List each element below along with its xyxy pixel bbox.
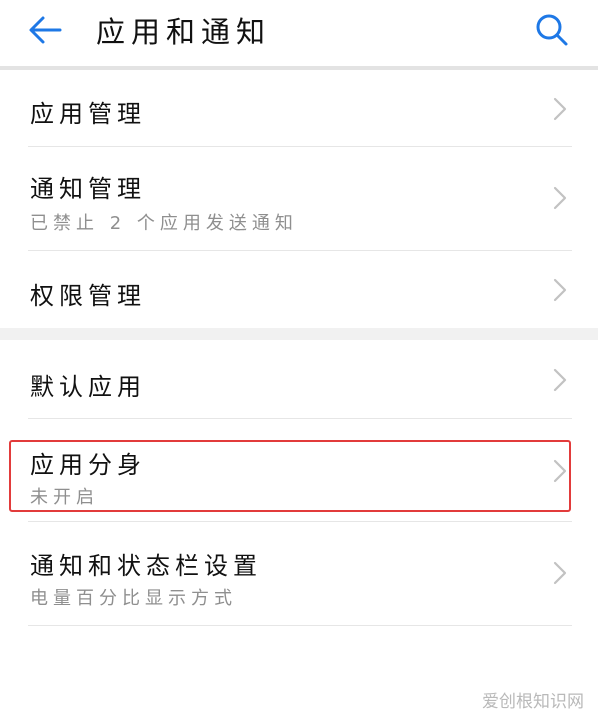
row-label: 默认应用 <box>30 373 146 401</box>
row-notification-management[interactable]: 通知管理 已禁止 2 个应用发送通知 <box>0 147 598 250</box>
row-label: 通知和状态栏设置 <box>30 552 262 580</box>
search-button[interactable] <box>530 10 574 50</box>
chevron-right-icon <box>553 186 567 210</box>
row-default-apps[interactable]: 默认应用 <box>0 340 598 418</box>
row-label: 权限管理 <box>30 282 146 310</box>
row-permission-management[interactable]: 权限管理 <box>0 251 598 328</box>
chevron-right-icon <box>553 278 567 302</box>
back-button[interactable] <box>22 10 68 50</box>
row-subtitle: 已禁止 2 个应用发送通知 <box>30 213 298 234</box>
watermark-text: 爱创根知识网 <box>482 692 584 712</box>
chevron-right-icon <box>553 459 567 483</box>
row-subtitle: 电量百分比显示方式 <box>30 588 237 609</box>
row-label: 应用管理 <box>30 100 146 128</box>
chevron-right-icon <box>553 368 567 392</box>
top-app-bar: 应用和通知 <box>0 0 598 66</box>
row-notification-statusbar-settings[interactable]: 通知和状态栏设置 电量百分比显示方式 <box>0 522 598 625</box>
row-label: 应用分身 <box>30 451 146 479</box>
chevron-right-icon <box>553 97 567 121</box>
row-app-management[interactable]: 应用管理 <box>0 70 598 146</box>
arrow-left-icon <box>29 16 62 44</box>
page-title: 应用和通知 <box>96 15 272 49</box>
row-app-twin[interactable]: 应用分身 未开启 <box>0 419 598 521</box>
settings-group-apps: 应用管理 通知管理 已禁止 2 个应用发送通知 权限管理 <box>0 70 598 310</box>
search-icon <box>536 14 568 46</box>
row-label: 通知管理 <box>30 175 146 203</box>
section-separator <box>0 328 598 340</box>
chevron-right-icon <box>553 561 567 585</box>
row-subtitle: 未开启 <box>30 487 99 508</box>
row-divider <box>28 625 572 626</box>
